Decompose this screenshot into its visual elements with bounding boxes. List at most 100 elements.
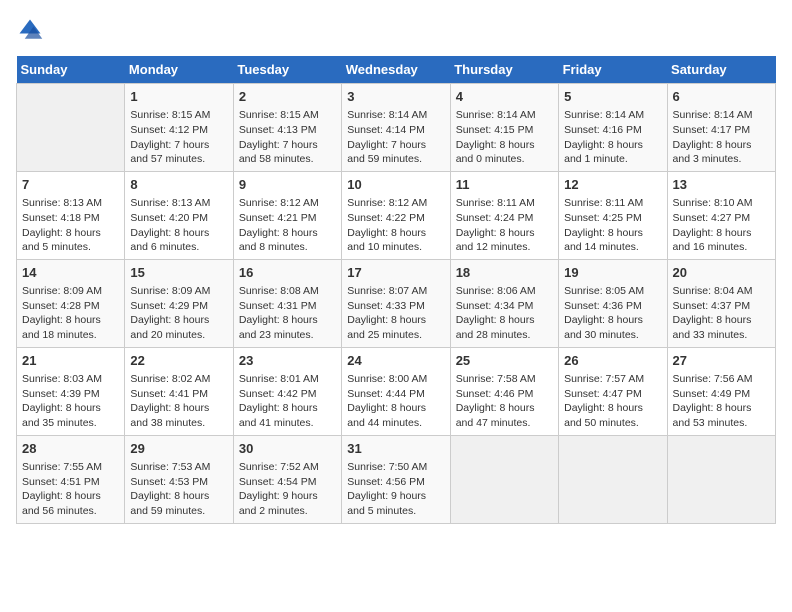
weekday-header: Monday — [125, 56, 233, 84]
logo — [16, 16, 48, 44]
day-number: 5 — [564, 88, 661, 106]
calendar-cell: 15 Sunrise: 8:09 AM Sunset: 4:29 PM Dayl… — [125, 259, 233, 347]
calendar-cell: 4 Sunrise: 8:14 AM Sunset: 4:15 PM Dayli… — [450, 84, 558, 172]
calendar-cell: 9 Sunrise: 8:12 AM Sunset: 4:21 PM Dayli… — [233, 171, 341, 259]
day-number: 2 — [239, 88, 336, 106]
day-info: Sunrise: 7:58 AM Sunset: 4:46 PM Dayligh… — [456, 372, 553, 431]
day-info: Sunrise: 8:06 AM Sunset: 4:34 PM Dayligh… — [456, 284, 553, 343]
calendar-cell: 24 Sunrise: 8:00 AM Sunset: 4:44 PM Dayl… — [342, 347, 450, 435]
calendar-cell: 2 Sunrise: 8:15 AM Sunset: 4:13 PM Dayli… — [233, 84, 341, 172]
weekday-header: Sunday — [17, 56, 125, 84]
weekday-header: Friday — [559, 56, 667, 84]
day-number: 23 — [239, 352, 336, 370]
day-info: Sunrise: 8:13 AM Sunset: 4:18 PM Dayligh… — [22, 196, 119, 255]
calendar-cell: 23 Sunrise: 8:01 AM Sunset: 4:42 PM Dayl… — [233, 347, 341, 435]
calendar-cell — [559, 435, 667, 523]
calendar-cell: 11 Sunrise: 8:11 AM Sunset: 4:24 PM Dayl… — [450, 171, 558, 259]
weekday-row: SundayMondayTuesdayWednesdayThursdayFrid… — [17, 56, 776, 84]
day-info: Sunrise: 8:14 AM Sunset: 4:16 PM Dayligh… — [564, 108, 661, 167]
calendar-cell: 18 Sunrise: 8:06 AM Sunset: 4:34 PM Dayl… — [450, 259, 558, 347]
day-info: Sunrise: 7:55 AM Sunset: 4:51 PM Dayligh… — [22, 460, 119, 519]
calendar-cell: 29 Sunrise: 7:53 AM Sunset: 4:53 PM Dayl… — [125, 435, 233, 523]
day-info: Sunrise: 8:07 AM Sunset: 4:33 PM Dayligh… — [347, 284, 444, 343]
day-number: 14 — [22, 264, 119, 282]
calendar-cell: 25 Sunrise: 7:58 AM Sunset: 4:46 PM Dayl… — [450, 347, 558, 435]
day-number: 15 — [130, 264, 227, 282]
day-number: 24 — [347, 352, 444, 370]
day-info: Sunrise: 8:12 AM Sunset: 4:21 PM Dayligh… — [239, 196, 336, 255]
calendar-cell — [667, 435, 775, 523]
weekday-header: Thursday — [450, 56, 558, 84]
day-number: 26 — [564, 352, 661, 370]
day-info: Sunrise: 8:11 AM Sunset: 4:24 PM Dayligh… — [456, 196, 553, 255]
calendar-cell: 30 Sunrise: 7:52 AM Sunset: 4:54 PM Dayl… — [233, 435, 341, 523]
calendar-cell: 17 Sunrise: 8:07 AM Sunset: 4:33 PM Dayl… — [342, 259, 450, 347]
calendar-cell: 12 Sunrise: 8:11 AM Sunset: 4:25 PM Dayl… — [559, 171, 667, 259]
day-info: Sunrise: 8:14 AM Sunset: 4:17 PM Dayligh… — [673, 108, 770, 167]
day-info: Sunrise: 8:15 AM Sunset: 4:13 PM Dayligh… — [239, 108, 336, 167]
day-info: Sunrise: 7:50 AM Sunset: 4:56 PM Dayligh… — [347, 460, 444, 519]
calendar-cell: 22 Sunrise: 8:02 AM Sunset: 4:41 PM Dayl… — [125, 347, 233, 435]
calendar-cell: 8 Sunrise: 8:13 AM Sunset: 4:20 PM Dayli… — [125, 171, 233, 259]
day-number: 20 — [673, 264, 770, 282]
day-number: 17 — [347, 264, 444, 282]
day-info: Sunrise: 8:09 AM Sunset: 4:28 PM Dayligh… — [22, 284, 119, 343]
day-number: 3 — [347, 88, 444, 106]
day-info: Sunrise: 7:52 AM Sunset: 4:54 PM Dayligh… — [239, 460, 336, 519]
calendar-cell: 20 Sunrise: 8:04 AM Sunset: 4:37 PM Dayl… — [667, 259, 775, 347]
calendar-week-row: 28 Sunrise: 7:55 AM Sunset: 4:51 PM Dayl… — [17, 435, 776, 523]
day-number: 31 — [347, 440, 444, 458]
calendar-cell: 27 Sunrise: 7:56 AM Sunset: 4:49 PM Dayl… — [667, 347, 775, 435]
day-info: Sunrise: 8:13 AM Sunset: 4:20 PM Dayligh… — [130, 196, 227, 255]
day-number: 16 — [239, 264, 336, 282]
day-number: 10 — [347, 176, 444, 194]
day-number: 6 — [673, 88, 770, 106]
day-info: Sunrise: 7:57 AM Sunset: 4:47 PM Dayligh… — [564, 372, 661, 431]
day-number: 13 — [673, 176, 770, 194]
day-info: Sunrise: 8:10 AM Sunset: 4:27 PM Dayligh… — [673, 196, 770, 255]
calendar-cell: 10 Sunrise: 8:12 AM Sunset: 4:22 PM Dayl… — [342, 171, 450, 259]
day-number: 30 — [239, 440, 336, 458]
day-info: Sunrise: 8:02 AM Sunset: 4:41 PM Dayligh… — [130, 372, 227, 431]
calendar-cell: 19 Sunrise: 8:05 AM Sunset: 4:36 PM Dayl… — [559, 259, 667, 347]
day-number: 28 — [22, 440, 119, 458]
calendar-table: SundayMondayTuesdayWednesdayThursdayFrid… — [16, 56, 776, 524]
calendar-header: SundayMondayTuesdayWednesdayThursdayFrid… — [17, 56, 776, 84]
day-info: Sunrise: 8:08 AM Sunset: 4:31 PM Dayligh… — [239, 284, 336, 343]
calendar-body: 1 Sunrise: 8:15 AM Sunset: 4:12 PM Dayli… — [17, 84, 776, 524]
day-info: Sunrise: 8:03 AM Sunset: 4:39 PM Dayligh… — [22, 372, 119, 431]
calendar-cell: 5 Sunrise: 8:14 AM Sunset: 4:16 PM Dayli… — [559, 84, 667, 172]
day-info: Sunrise: 7:56 AM Sunset: 4:49 PM Dayligh… — [673, 372, 770, 431]
day-info: Sunrise: 8:15 AM Sunset: 4:12 PM Dayligh… — [130, 108, 227, 167]
day-number: 18 — [456, 264, 553, 282]
day-info: Sunrise: 8:09 AM Sunset: 4:29 PM Dayligh… — [130, 284, 227, 343]
calendar-week-row: 1 Sunrise: 8:15 AM Sunset: 4:12 PM Dayli… — [17, 84, 776, 172]
page-header — [16, 16, 776, 44]
calendar-week-row: 14 Sunrise: 8:09 AM Sunset: 4:28 PM Dayl… — [17, 259, 776, 347]
day-info: Sunrise: 8:00 AM Sunset: 4:44 PM Dayligh… — [347, 372, 444, 431]
weekday-header: Tuesday — [233, 56, 341, 84]
day-info: Sunrise: 8:05 AM Sunset: 4:36 PM Dayligh… — [564, 284, 661, 343]
calendar-week-row: 7 Sunrise: 8:13 AM Sunset: 4:18 PM Dayli… — [17, 171, 776, 259]
day-info: Sunrise: 8:01 AM Sunset: 4:42 PM Dayligh… — [239, 372, 336, 431]
day-number: 11 — [456, 176, 553, 194]
day-info: Sunrise: 8:11 AM Sunset: 4:25 PM Dayligh… — [564, 196, 661, 255]
day-number: 8 — [130, 176, 227, 194]
day-number: 21 — [22, 352, 119, 370]
day-info: Sunrise: 8:12 AM Sunset: 4:22 PM Dayligh… — [347, 196, 444, 255]
weekday-header: Wednesday — [342, 56, 450, 84]
calendar-cell: 7 Sunrise: 8:13 AM Sunset: 4:18 PM Dayli… — [17, 171, 125, 259]
calendar-cell: 31 Sunrise: 7:50 AM Sunset: 4:56 PM Dayl… — [342, 435, 450, 523]
calendar-cell — [450, 435, 558, 523]
day-number: 4 — [456, 88, 553, 106]
calendar-cell: 3 Sunrise: 8:14 AM Sunset: 4:14 PM Dayli… — [342, 84, 450, 172]
day-number: 25 — [456, 352, 553, 370]
day-number: 22 — [130, 352, 227, 370]
day-number: 29 — [130, 440, 227, 458]
logo-icon — [16, 16, 44, 44]
day-info: Sunrise: 8:04 AM Sunset: 4:37 PM Dayligh… — [673, 284, 770, 343]
calendar-cell: 6 Sunrise: 8:14 AM Sunset: 4:17 PM Dayli… — [667, 84, 775, 172]
calendar-cell: 26 Sunrise: 7:57 AM Sunset: 4:47 PM Dayl… — [559, 347, 667, 435]
calendar-week-row: 21 Sunrise: 8:03 AM Sunset: 4:39 PM Dayl… — [17, 347, 776, 435]
day-info: Sunrise: 7:53 AM Sunset: 4:53 PM Dayligh… — [130, 460, 227, 519]
